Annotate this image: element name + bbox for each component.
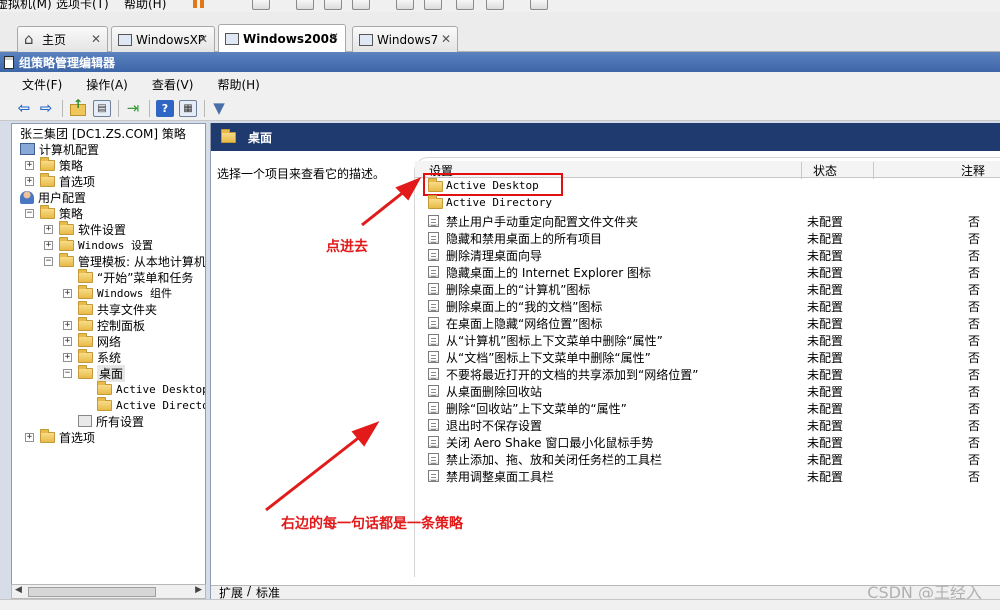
status-strip [0,599,1000,610]
annotation-each-line: 右边的每一句话都是一条策略 [281,516,463,532]
annotation-arrows [265,177,422,512]
annotation-click-in: 点进去 [326,239,368,255]
arrow-head [351,421,380,447]
arrow-line [265,430,367,512]
